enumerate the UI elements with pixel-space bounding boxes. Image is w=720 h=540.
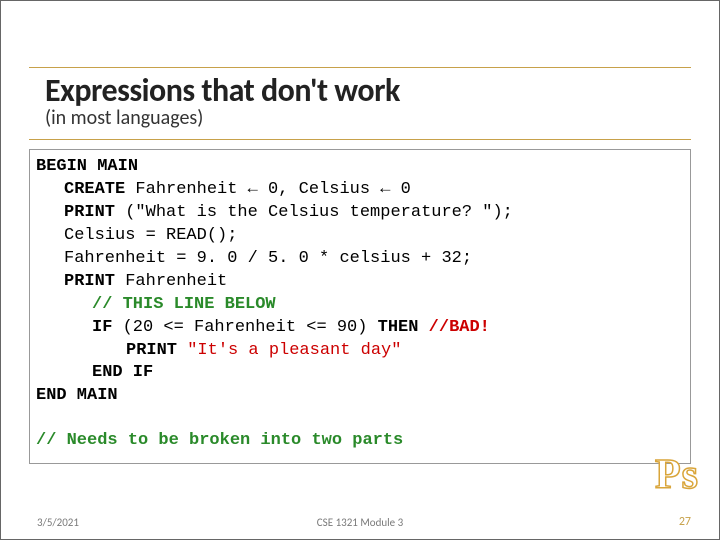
page-number: 27 xyxy=(679,515,691,529)
code-line: PRINT "It's a pleasant day" xyxy=(36,340,684,363)
kw-then: THEN xyxy=(378,318,419,337)
rule-bottom xyxy=(29,139,691,140)
note-comment: // Needs to be broken into two parts xyxy=(36,430,684,453)
kw-endif: END IF xyxy=(92,363,153,382)
code-box: BEGIN MAIN CREATE Fahrenheit ← 0, Celsiu… xyxy=(29,149,691,464)
code-text: Celsius = READ(); xyxy=(64,226,237,245)
code-line: // THIS LINE BELOW xyxy=(36,294,684,317)
ps-badge: Ps xyxy=(655,451,699,499)
code-line: PRINT ("What is the Celsius temperature?… xyxy=(36,202,684,225)
string-text: "It's a pleasant day" xyxy=(177,341,401,360)
kw-create: CREATE xyxy=(64,180,125,199)
code-line: END IF xyxy=(36,362,684,385)
kw-print: PRINT xyxy=(64,272,115,291)
kw-endmain: END MAIN xyxy=(36,386,118,405)
kw-if: IF xyxy=(92,318,112,337)
kw-print: PRINT xyxy=(64,203,115,222)
code-line: IF (20 <= Fahrenheit <= 90) THEN //BAD! xyxy=(36,317,684,340)
kw-begin: BEGIN MAIN xyxy=(36,157,138,176)
comment: // THIS LINE BELOW xyxy=(92,295,276,314)
kw-print: PRINT xyxy=(126,341,177,360)
bad-comment: //BAD! xyxy=(418,318,489,337)
code-text: ("What is the Celsius temperature? "); xyxy=(115,203,513,222)
code-text: Fahrenheit xyxy=(115,272,227,291)
code-text: Fahrenheit ← 0, Celsius ← 0 xyxy=(125,180,411,199)
code-line: Celsius = READ(); xyxy=(36,225,684,248)
slide-title: Expressions that don't work xyxy=(45,71,675,110)
title-block: Expressions that don't work (in most lan… xyxy=(45,71,675,130)
code-line: Fahrenheit = 9. 0 / 5. 0 * celsius + 32; xyxy=(36,248,684,271)
code-text: (20 <= Fahrenheit <= 90) xyxy=(112,318,377,337)
code-text: Fahrenheit = 9. 0 / 5. 0 * celsius + 32; xyxy=(64,249,472,268)
code-line: PRINT Fahrenheit xyxy=(36,271,684,294)
code-line: BEGIN MAIN xyxy=(36,156,684,179)
code-line: CREATE Fahrenheit ← 0, Celsius ← 0 xyxy=(36,179,684,202)
code-line: END MAIN xyxy=(36,385,684,408)
slide: Expressions that don't work (in most lan… xyxy=(0,0,720,540)
footer-center: CSE 1321 Module 3 xyxy=(1,516,719,529)
